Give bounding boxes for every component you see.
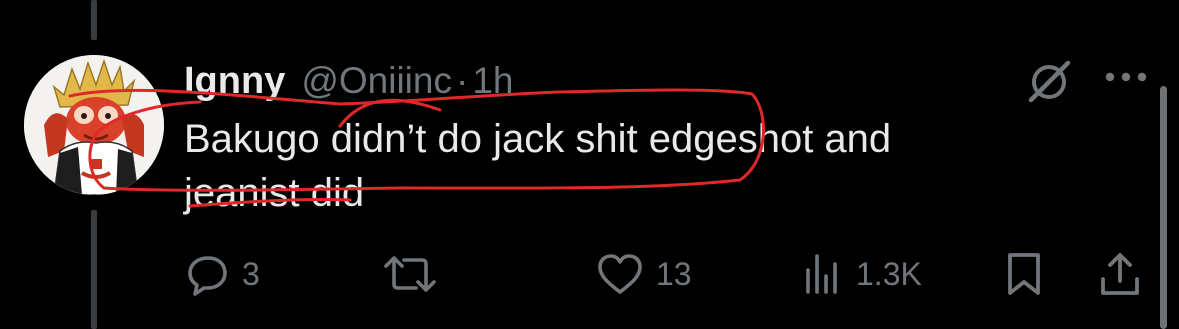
views-icon <box>806 254 837 294</box>
grok-icon[interactable] <box>1024 58 1074 104</box>
reply-count: 3 <box>242 255 260 292</box>
share-icon <box>1101 253 1139 295</box>
retweet-icon <box>384 256 436 292</box>
author-display-name[interactable]: Ignny <box>184 60 285 103</box>
bookmark-icon <box>1008 253 1040 295</box>
thread-line-bottom <box>91 210 97 329</box>
header-separator: · <box>455 60 469 101</box>
retweet-button[interactable] <box>382 250 438 298</box>
reply-button[interactable]: 3 <box>186 250 260 298</box>
thread-line-top <box>91 0 97 40</box>
views-button[interactable]: 1.3K <box>800 250 922 298</box>
heart-icon <box>598 254 642 294</box>
tweet-screenshot: Ignny @Oniiinc · 1h Bakugo didn’t do jac… <box>0 0 1179 329</box>
bookmark-button[interactable] <box>1004 250 1044 298</box>
like-count: 13 <box>656 255 692 292</box>
views-count: 1.3K <box>856 255 922 292</box>
tweet-text: Bakugo didn’t do jack shit edgeshot and … <box>184 117 892 215</box>
avatar[interactable] <box>24 55 164 195</box>
tweet-header: Ignny @Oniiinc · 1h <box>184 56 513 106</box>
share-button[interactable] <box>1098 250 1142 298</box>
more-icon[interactable] <box>1104 70 1148 84</box>
avatar-image <box>24 55 164 195</box>
reply-icon <box>188 256 227 296</box>
like-button[interactable]: 13 <box>596 250 692 298</box>
scrollbar[interactable] <box>1160 86 1167 329</box>
author-handle[interactable]: @Oniiinc <box>301 60 452 102</box>
tweet-timestamp[interactable]: 1h <box>472 60 513 102</box>
